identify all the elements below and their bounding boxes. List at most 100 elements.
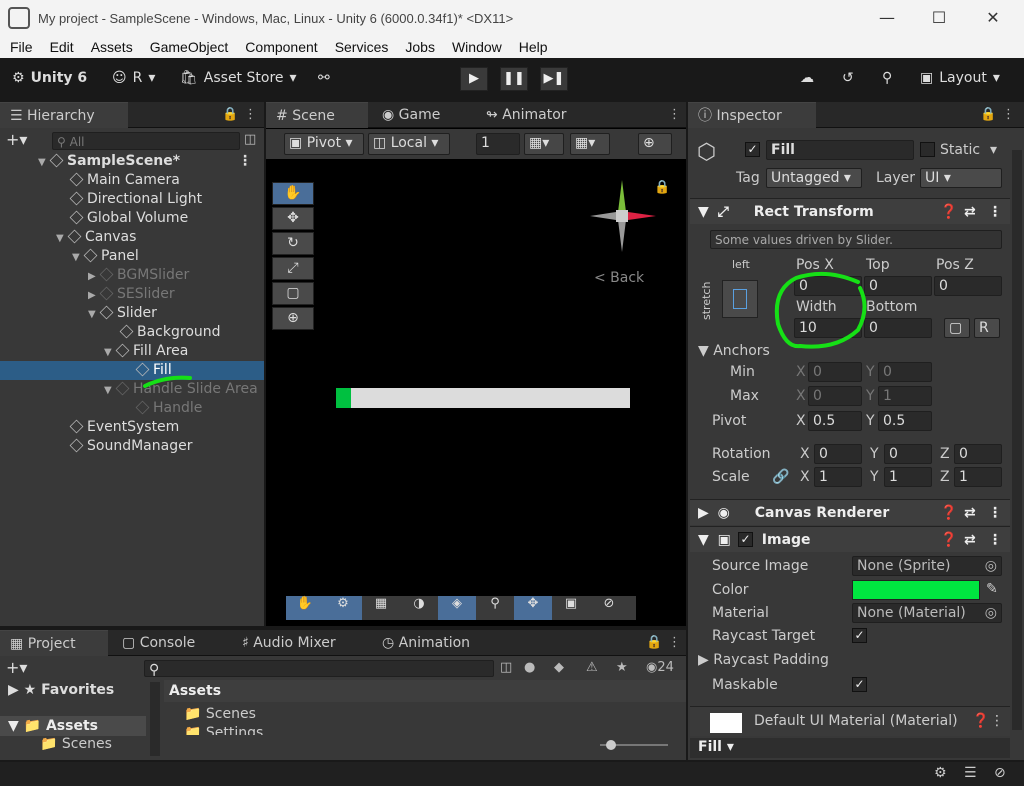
camera-icon[interactable]: ▣: [552, 596, 590, 620]
eyedropper-icon[interactable]: ✎: [986, 581, 998, 597]
static-checkbox[interactable]: [920, 142, 935, 157]
object-name-input[interactable]: Fill: [766, 140, 914, 160]
tab-game[interactable]: ◉ Game: [372, 102, 450, 128]
component-menu-icon[interactable]: ⋮: [988, 527, 1002, 553]
kebab-menu-icon[interactable]: ⋮: [668, 635, 681, 650]
raw-edit-button[interactable]: R: [974, 318, 1000, 338]
color-swatch[interactable]: [852, 580, 980, 600]
close-button[interactable]: ✕: [968, 0, 1018, 36]
anchor-preset-button[interactable]: [722, 280, 758, 318]
debug-icon[interactable]: ⚙: [934, 765, 947, 781]
static-dropdown-icon[interactable]: ▾: [990, 142, 997, 158]
hierarchy-search-input[interactable]: ⚲ All: [52, 132, 240, 150]
scale-tool-button[interactable]: ⤢: [272, 257, 314, 280]
anchors-foldout[interactable]: ▼ Anchors: [698, 343, 770, 359]
step-button[interactable]: ▶❚: [540, 67, 568, 91]
create-button[interactable]: +▾: [6, 658, 27, 677]
footer-object-dropdown[interactable]: Fill ▾: [698, 739, 734, 755]
tab-scene[interactable]: # Scene: [266, 102, 368, 128]
search-options-icon[interactable]: ◫: [500, 660, 512, 675]
presets-icon[interactable]: ⇄: [964, 199, 976, 225]
tree-row-canvas[interactable]: ▼ Canvas: [56, 228, 136, 247]
tree-row-seslider[interactable]: ▶ SESlider: [88, 285, 175, 304]
tree-row-panel[interactable]: ▼ Panel: [72, 247, 139, 266]
help-icon[interactable]: ❓: [940, 527, 957, 553]
source-image-field[interactable]: None (Sprite) ◎: [852, 556, 1002, 576]
project-search-input[interactable]: ⚲: [144, 660, 494, 678]
pos-z-input[interactable]: 0: [934, 276, 1002, 296]
move-tool-button[interactable]: ✥: [272, 207, 314, 230]
presets-icon[interactable]: ⇄: [964, 527, 976, 553]
tab-console[interactable]: ▢ Console: [112, 630, 205, 656]
scenes-folder[interactable]: 📁 Scenes: [184, 706, 256, 722]
help-icon[interactable]: ❓: [940, 199, 957, 225]
menu-gameobject[interactable]: GameObject: [150, 39, 229, 55]
search-options-icon[interactable]: ◫: [244, 132, 256, 147]
zoom-icon[interactable]: ⚲: [476, 596, 514, 620]
view-tool-icon[interactable]: ✋: [286, 596, 324, 620]
scale-x-input[interactable]: 1: [814, 467, 862, 487]
layer-dropdown[interactable]: UI ▾: [920, 168, 1002, 188]
top-input[interactable]: 0: [864, 276, 932, 296]
favorite-star-icon[interactable]: ★: [616, 660, 628, 675]
raycast-target-checkbox[interactable]: ✓: [852, 628, 867, 643]
image-enabled-checkbox[interactable]: ✓: [738, 532, 753, 547]
rotate-tool-button[interactable]: ↻: [272, 232, 314, 255]
kebab-menu-icon[interactable]: ⋮: [244, 107, 257, 122]
menu-help[interactable]: Help: [519, 39, 548, 55]
scale-z-input[interactable]: 1: [954, 467, 1002, 487]
bottom-input[interactable]: 0: [864, 318, 932, 338]
tree-scrollbar[interactable]: [150, 682, 160, 756]
scenes-tree-item[interactable]: 📁 Scenes: [40, 736, 112, 752]
pivot-dropdown[interactable]: ▣ Pivot ▾: [284, 133, 364, 155]
assets-tree-selected[interactable]: ▼ 📁 Assets: [0, 716, 146, 736]
menu-window[interactable]: Window: [452, 39, 502, 55]
gizmo-globe-icon[interactable]: ⊕: [638, 133, 672, 155]
layers-icon[interactable]: ◈: [438, 596, 476, 620]
tree-row-samplescene[interactable]: ▼ SampleScene* ⋮: [38, 152, 264, 171]
tab-project[interactable]: ▦ Project: [0, 630, 108, 656]
lock-icon[interactable]: 🔒: [646, 635, 662, 650]
cloud-icon[interactable]: ☁: [800, 70, 814, 86]
tree-row-handle[interactable]: Handle: [135, 399, 202, 418]
favorites-item[interactable]: ▶ ★ Favorites: [8, 682, 114, 698]
lighting-icon[interactable]: ◑: [400, 596, 438, 620]
tree-row-bgmslider[interactable]: ▶ BGMSlider: [88, 266, 189, 285]
material-preview-row[interactable]: Default UI Material (Material) ❓ ⋮: [690, 706, 1010, 736]
zoom-slider-thumb[interactable]: [606, 740, 616, 750]
maximize-button[interactable]: ☐: [914, 0, 964, 36]
tree-row-slider[interactable]: ▼ Slider: [88, 304, 157, 323]
tree-row-background[interactable]: Background: [119, 323, 221, 342]
row-menu-icon[interactable]: ⋮: [238, 152, 252, 171]
tree-row-fill-area[interactable]: ▼ Fill Area: [104, 342, 188, 361]
settings-folder[interactable]: 📁 Settings: [184, 725, 263, 735]
minimize-button[interactable]: —: [862, 0, 912, 36]
layers-stack-icon[interactable]: ☰: [964, 765, 977, 781]
history-icon[interactable]: ↺: [842, 70, 854, 86]
pivot-x-input[interactable]: 0.5: [808, 411, 862, 431]
object-picker-icon[interactable]: ◎: [985, 604, 997, 622]
menu-services[interactable]: Services: [335, 39, 389, 55]
link-scale-icon[interactable]: 🔗: [772, 469, 789, 485]
rect-tool-button[interactable]: ▢: [272, 282, 314, 305]
component-menu-icon[interactable]: ⋮: [988, 199, 1002, 225]
tree-row-main-camera[interactable]: Main Camera: [69, 171, 180, 190]
tab-inspector[interactable]: ⓘ Inspector: [688, 102, 816, 128]
help-icon[interactable]: ❓: [940, 500, 957, 526]
menu-file[interactable]: File: [10, 39, 33, 55]
lock-icon[interactable]: 🔒: [980, 107, 996, 122]
tab-audio-mixer[interactable]: ♯ Audio Mixer: [232, 630, 346, 656]
gizmo-lock-icon[interactable]: 🔒: [654, 180, 670, 195]
tree-row-fill[interactable]: Fill: [0, 361, 264, 380]
version-control-icon[interactable]: ⚯: [318, 70, 330, 86]
help-icon[interactable]: ❓: [972, 713, 989, 729]
account-button[interactable]: ☺ R ▾: [112, 70, 155, 86]
maskable-checkbox[interactable]: ✓: [852, 677, 867, 692]
warning-icon[interactable]: ⚠: [586, 660, 598, 675]
asset-store-button[interactable]: 🛍 Asset Store ▾: [180, 70, 297, 86]
scale-y-input[interactable]: 1: [884, 467, 932, 487]
raycast-padding-foldout[interactable]: ▶ Raycast Padding: [698, 652, 829, 668]
filter-type-icon[interactable]: ●: [524, 660, 535, 675]
image-header[interactable]: ▼ ▣ ✓ Image ❓ ⇄ ⋮: [690, 526, 1010, 552]
kebab-menu-icon[interactable]: ⋮: [1002, 107, 1015, 122]
